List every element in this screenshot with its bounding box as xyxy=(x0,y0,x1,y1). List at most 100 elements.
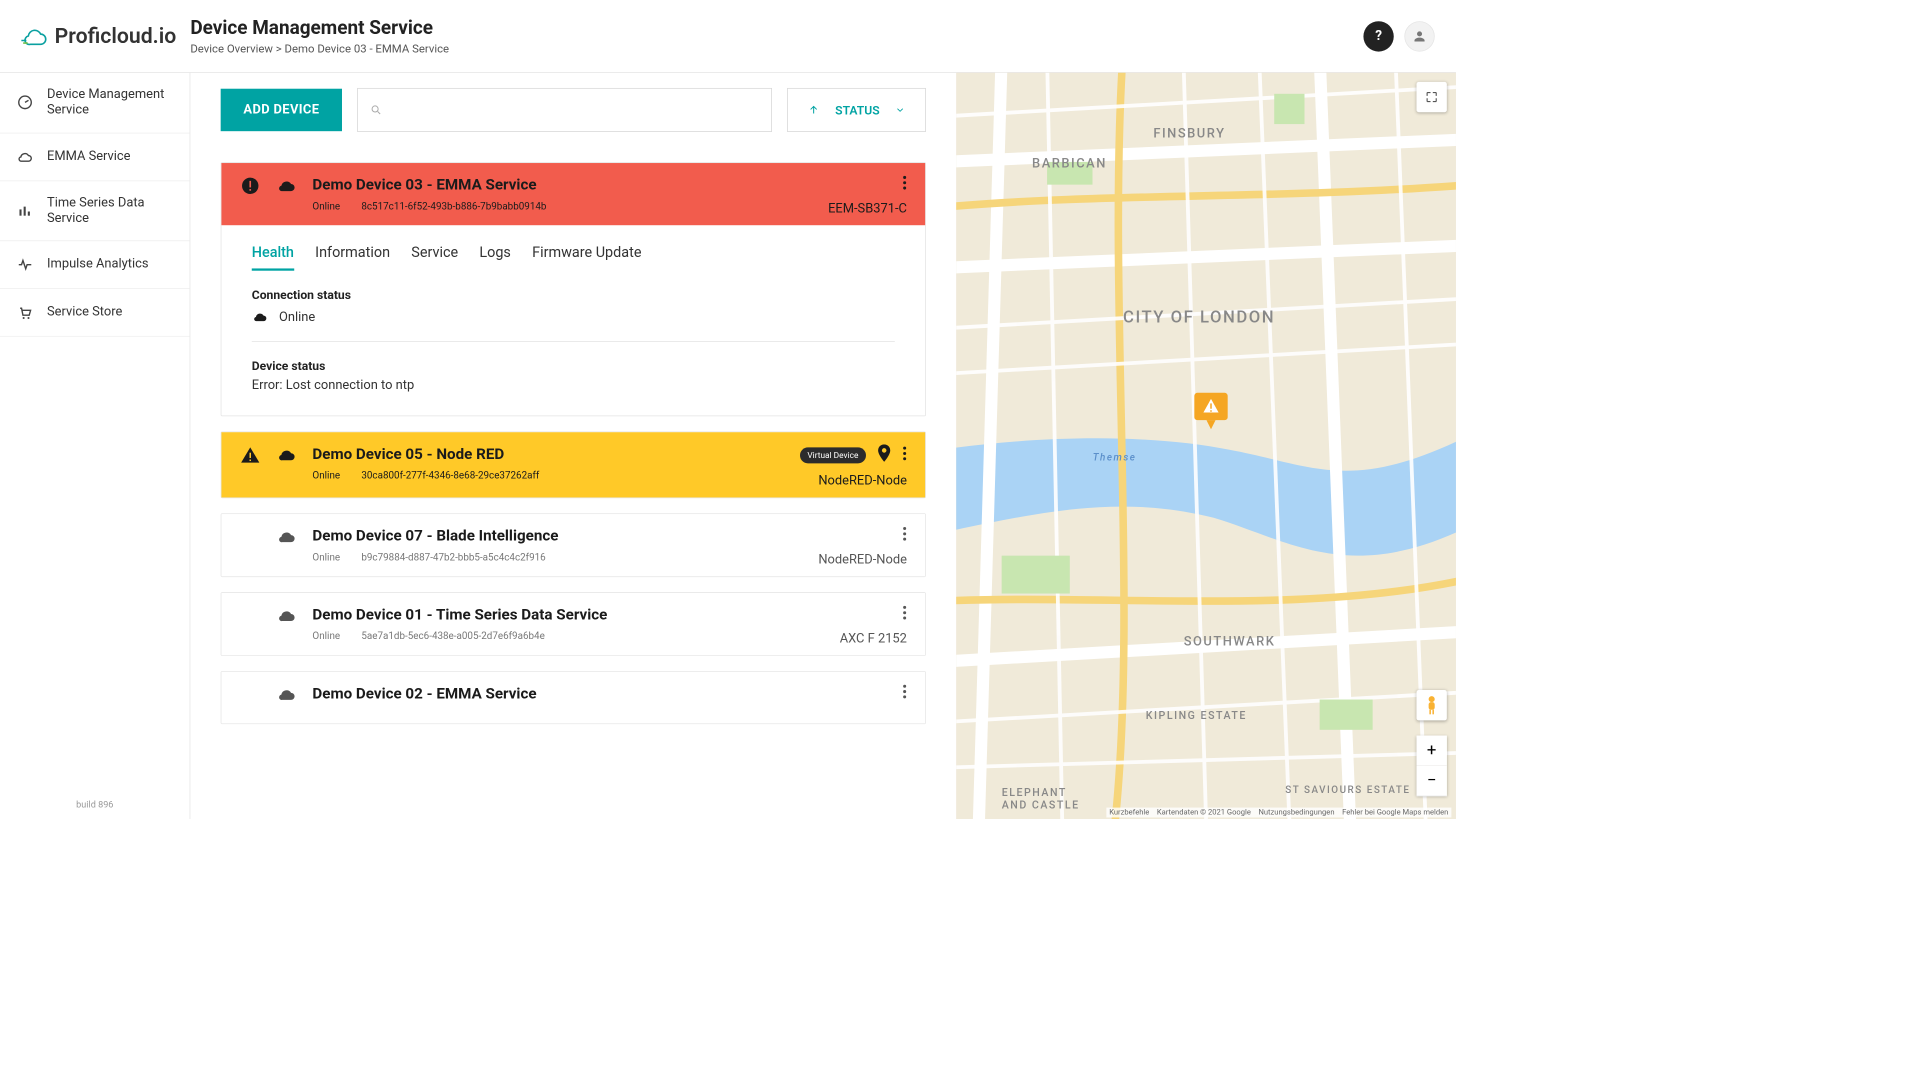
device-card: Demo Device 07 - Blade Intelligence Onli… xyxy=(221,513,926,577)
cloud-icon xyxy=(276,175,297,196)
help-button[interactable]: ? xyxy=(1363,21,1393,51)
pulse-icon xyxy=(15,255,35,275)
device-status-error: Error: Lost connection to ntp xyxy=(252,378,895,393)
cloud-icon xyxy=(276,444,297,465)
zoom-out-button[interactable]: − xyxy=(1417,766,1447,796)
kebab-menu-icon[interactable] xyxy=(902,526,907,544)
no-alert-placeholder xyxy=(240,605,261,626)
chevron-down-icon xyxy=(895,105,906,116)
tab-service[interactable]: Service xyxy=(411,243,458,270)
sidebar-item-emma[interactable]: EMMA Service xyxy=(0,133,190,181)
location-pin-icon[interactable] xyxy=(877,444,892,465)
action-bar: ADD DEVICE STATUS xyxy=(190,73,956,147)
device-product: EEM-SB371-C xyxy=(828,201,907,216)
map-label-elephant: ELEPHANT AND CASTLE xyxy=(1002,787,1080,811)
device-card-header[interactable]: Demo Device 07 - Blade Intelligence Onli… xyxy=(221,514,925,576)
map-attribution: Kurzbefehle Kartendaten © 2021 Google Nu… xyxy=(1106,808,1451,818)
pegman-button[interactable] xyxy=(1417,690,1447,720)
map-device-marker[interactable] xyxy=(1191,391,1230,436)
device-online: Online xyxy=(312,201,340,212)
topbar: Proficloud.io Device Management Service … xyxy=(0,0,1456,73)
sidebar-item-label: Device Management Service xyxy=(47,86,174,118)
device-name: Demo Device 02 - EMMA Service xyxy=(312,684,887,702)
fullscreen-button[interactable] xyxy=(1417,82,1447,112)
connection-status-heading: Connection status xyxy=(252,287,895,301)
device-product: NodeRED-Node xyxy=(818,473,907,488)
device-list-column: ADD DEVICE STATUS xyxy=(190,73,956,819)
device-card-header[interactable]: Demo Device 03 - EMMA Service Online 8c5… xyxy=(221,163,925,225)
sidebar-item-store[interactable]: Service Store xyxy=(0,289,190,337)
tab-information[interactable]: Information xyxy=(315,243,390,270)
kebab-menu-icon[interactable] xyxy=(902,605,907,623)
search-input[interactable] xyxy=(357,88,772,132)
add-device-button[interactable]: ADD DEVICE xyxy=(221,89,342,131)
device-product: AXC F 2152 xyxy=(840,631,907,646)
status-filter[interactable]: STATUS xyxy=(787,88,925,132)
cart-icon xyxy=(15,303,35,323)
no-alert-placeholder xyxy=(240,684,261,705)
no-alert-placeholder xyxy=(240,526,261,547)
map-panel[interactable]: FINSBURY BARBICAN CITY OF LONDON SOUTHWA… xyxy=(956,73,1456,819)
map-label-saviours: ST SAVIOURS ESTATE xyxy=(1285,785,1410,796)
device-name: Demo Device 07 - Blade Intelligence xyxy=(312,526,803,544)
cloud-logo-icon xyxy=(21,27,47,45)
device-name: Demo Device 03 - EMMA Service xyxy=(312,175,812,193)
device-list-scroll[interactable]: Demo Device 03 - EMMA Service Online 8c5… xyxy=(190,147,956,819)
sidebar-item-impulse[interactable]: Impulse Analytics xyxy=(0,241,190,289)
chart-icon xyxy=(15,201,35,221)
sidebar-item-dms[interactable]: Device Management Service xyxy=(0,73,190,133)
device-name: Demo Device 01 - Time Series Data Servic… xyxy=(312,605,824,623)
device-card-header[interactable]: Demo Device 01 - Time Series Data Servic… xyxy=(221,593,925,655)
cloud-icon xyxy=(252,311,269,323)
kebab-menu-icon[interactable] xyxy=(902,446,907,464)
sidebar-item-tsd[interactable]: Time Series Data Service xyxy=(0,181,190,241)
breadcrumb-leaf[interactable]: Demo Device 03 - EMMA Service xyxy=(285,41,450,55)
avatar-button[interactable] xyxy=(1404,21,1434,51)
device-uuid: b9c79884-d887-47b2-bbb5-a5c4c4c2f916 xyxy=(361,552,545,563)
fullscreen-icon xyxy=(1425,90,1439,104)
device-uuid: 30ca800f-277f-4346-8e68-29ce37262aff xyxy=(361,470,539,481)
pegman-icon xyxy=(1424,695,1439,715)
device-product: NodeRED-Node xyxy=(818,552,907,567)
kebab-menu-icon[interactable] xyxy=(902,175,907,193)
tab-health[interactable]: Health xyxy=(252,243,294,270)
virtual-device-badge: Virtual Device xyxy=(800,447,866,463)
device-card-header[interactable]: Demo Device 02 - EMMA Service xyxy=(221,672,925,724)
cloud-cog-icon xyxy=(15,147,35,167)
tab-firmware[interactable]: Firmware Update xyxy=(532,243,641,270)
device-card-body: Health Information Service Logs Firmware… xyxy=(221,225,925,415)
sidebar-item-label: Time Series Data Service xyxy=(47,195,174,227)
user-icon xyxy=(1412,28,1427,43)
device-status-heading: Device status xyxy=(252,359,895,373)
search-icon xyxy=(370,104,382,116)
dashboard-icon xyxy=(15,93,35,113)
breadcrumb[interactable]: Device Overview > Demo Device 03 - EMMA … xyxy=(190,41,1363,55)
alert-error-icon xyxy=(240,175,261,196)
device-card-header[interactable]: Demo Device 05 - Node RED Online 30ca800… xyxy=(221,432,925,497)
arrow-up-icon xyxy=(808,104,820,116)
cloud-icon xyxy=(276,684,297,705)
cloud-icon xyxy=(276,605,297,626)
brand-name: Proficloud.io xyxy=(55,24,177,49)
sidebar-item-label: EMMA Service xyxy=(47,149,174,165)
map-label-finsbury: FINSBURY xyxy=(1153,126,1225,141)
kebab-menu-icon[interactable] xyxy=(902,684,907,702)
device-tabs: Health Information Service Logs Firmware… xyxy=(252,243,895,270)
zoom-controls: + − xyxy=(1417,736,1447,797)
breadcrumb-root[interactable]: Device Overview xyxy=(190,41,273,55)
status-filter-label: STATUS xyxy=(835,103,879,117)
device-uuid: 5ae7a1db-5ec6-438e-a005-2d7e6f9a6b4e xyxy=(361,631,544,642)
brand-logo[interactable]: Proficloud.io xyxy=(21,24,190,49)
device-card: Demo Device 01 - Time Series Data Servic… xyxy=(221,592,926,656)
divider xyxy=(252,341,895,342)
device-online: Online xyxy=(312,470,340,481)
device-card: Demo Device 03 - EMMA Service Online 8c5… xyxy=(221,162,926,416)
sidebar-item-label: Impulse Analytics xyxy=(47,257,174,273)
zoom-in-button[interactable]: + xyxy=(1417,736,1447,766)
tab-logs[interactable]: Logs xyxy=(479,243,511,270)
map-canvas xyxy=(956,73,1456,819)
map-river-label: Themse xyxy=(1093,452,1137,463)
device-card: Demo Device 02 - EMMA Service xyxy=(221,671,926,724)
map-label-barbican: BARBICAN xyxy=(1032,156,1107,171)
cloud-icon xyxy=(276,526,297,547)
